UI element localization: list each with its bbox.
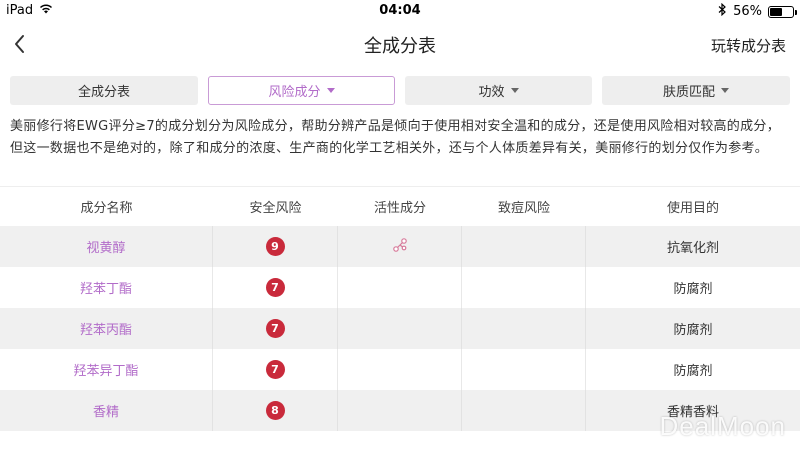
status-bar: iPad 04:04 56% (0, 0, 800, 22)
acne-risk-cell (462, 267, 586, 308)
bluetooth-icon (718, 2, 727, 20)
column-header-risk: 安全风险 (249, 201, 302, 216)
column-header-active: 活性成分 (373, 201, 426, 216)
table-row[interactable]: 羟苯丙酯 7 防腐剂 (0, 308, 800, 349)
column-header-acne: 致痘风险 (497, 201, 550, 216)
watermark-logo: DealMoon (659, 411, 786, 441)
status-time: 04:04 (379, 3, 421, 18)
table-row[interactable]: 视黄醇 9 抗氧化剂 (0, 226, 800, 267)
molecule-icon (392, 237, 408, 257)
active-cell (338, 267, 462, 308)
risk-score-badge: 9 (265, 237, 285, 256)
ingredient-name[interactable]: 视黄醇 (86, 237, 125, 256)
tab-efficacy[interactable]: 功效 (405, 76, 592, 105)
battery-percent: 56% (733, 4, 762, 19)
purpose-cell: 抗氧化剂 (666, 241, 719, 256)
acne-risk-cell (462, 308, 586, 349)
ingredient-name[interactable]: 羟苯丁酯 (80, 278, 132, 297)
nav-bar: 全成分表 玩转成分表 (0, 22, 800, 66)
table-row[interactable]: 羟苯丁酯 7 防腐剂 (0, 267, 800, 308)
ingredient-name[interactable]: 羟苯异丁酯 (73, 360, 138, 379)
risk-score-badge: 7 (265, 360, 285, 379)
page-title: 全成分表 (364, 36, 436, 57)
battery-level (770, 7, 783, 16)
battery-icon (768, 5, 797, 18)
acne-risk-cell (462, 390, 586, 431)
purpose-cell: 防腐剂 (673, 364, 713, 379)
caret-down-icon (326, 88, 335, 93)
active-cell (338, 349, 462, 390)
tab-label: 风险成分 (268, 85, 321, 100)
column-header-name: 成分名称 (80, 201, 133, 216)
guide-link[interactable]: 玩转成分表 (711, 35, 786, 56)
tab-label: 功效 (478, 85, 505, 100)
active-cell (338, 390, 462, 431)
status-right: 56% (718, 2, 797, 20)
tab-all-ingredients[interactable]: 全成分表 (10, 76, 198, 105)
table-row[interactable]: 羟苯异丁酯 7 防腐剂 (0, 349, 800, 390)
tab-label: 全成分表 (77, 85, 130, 100)
risk-score-badge: 7 (265, 278, 285, 297)
risk-score-badge: 8 (265, 401, 285, 420)
purpose-cell: 防腐剂 (673, 282, 713, 297)
column-header-purpose: 使用目的 (666, 201, 719, 216)
tab-skin-match[interactable]: 肤质匹配 (602, 76, 790, 105)
caret-down-icon (721, 88, 729, 93)
table-header: 成分名称 安全风险 活性成分 致痘风险 使用目的 (0, 186, 800, 226)
ingredient-name[interactable]: 羟苯丙酯 (80, 319, 132, 338)
risk-description: 美丽修行将EWG评分≥7的成分划分为风险成分，帮助分辨产品是倾向于使用相对安全温… (10, 119, 781, 156)
tab-risk-ingredients[interactable]: 风险成分 (208, 76, 395, 105)
ingredient-table: 成分名称 安全风险 活性成分 致痘风险 使用目的 视黄醇 9 抗氧化剂 羟苯丁酯 (0, 186, 800, 431)
active-cell (338, 308, 462, 349)
risk-score-badge: 7 (265, 319, 285, 338)
acne-risk-cell (462, 226, 586, 267)
tab-label: 肤质匹配 (662, 85, 715, 100)
acne-risk-cell (462, 349, 586, 390)
filter-tabs: 全成分表 风险成分 功效 肤质匹配 (10, 76, 790, 106)
ingredient-name[interactable]: 香精 (93, 401, 119, 420)
purpose-cell: 防腐剂 (673, 323, 713, 338)
caret-down-icon (510, 88, 519, 93)
